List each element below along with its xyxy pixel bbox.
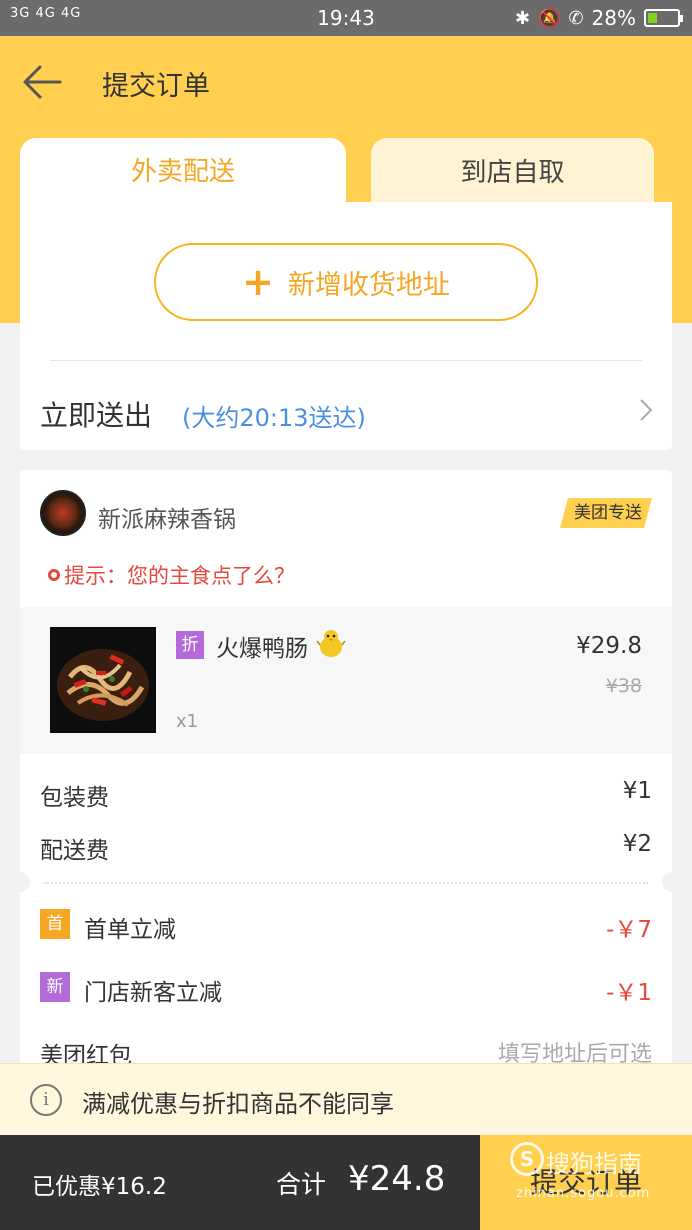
new-customer-label: 门店新客立减 xyxy=(84,980,222,1006)
order-card: 新派麻辣香锅 美团专送 提示：您的主食点了么？ 折 火爆鸭肠 x1 ¥29.8 … xyxy=(10,470,682,1070)
card-notch-left xyxy=(10,872,30,892)
add-address-label: 新增收货地址 xyxy=(287,269,450,301)
send-now-label[interactable]: 立即送出 xyxy=(40,394,152,434)
new-customer-value: -￥1 xyxy=(606,980,652,1006)
add-address-button[interactable]: + 新增收货地址 xyxy=(154,243,538,321)
saved-amount: 已优惠¥16.2 xyxy=(32,1174,167,1200)
order-item: 折 火爆鸭肠 x1 ¥29.8 ¥38 xyxy=(20,607,672,754)
page-title: 提交订单 xyxy=(102,71,210,102)
notice-text: 满减优惠与折扣商品不能同享 xyxy=(82,1090,394,1118)
item-price: ¥29.8 xyxy=(576,633,642,659)
battery-icon xyxy=(644,9,683,27)
address-card: + 新增收货地址 立即送出 (大约20:13送达) xyxy=(20,202,672,450)
status-bar: 3G 4G 4G 19:43 ✱ 🔕 ✆ 28% xyxy=(0,0,692,36)
back-arrow-icon[interactable] xyxy=(20,62,64,102)
total-amount: ¥24.8 xyxy=(348,1159,446,1199)
bottom-bar: 已优惠¥16.2 合计 ¥24.8 提交订单 xyxy=(0,1135,692,1230)
first-order-tag: 首 xyxy=(40,909,70,939)
tab-pickup[interactable]: 到店自取 xyxy=(371,138,654,202)
item-original-price: ¥38 xyxy=(605,675,642,697)
packaging-fee-label: 包装费 xyxy=(40,785,109,811)
discount-tag: 折 xyxy=(176,631,204,659)
chevron-right-icon[interactable] xyxy=(638,398,654,422)
first-order-value: -￥7 xyxy=(606,917,652,943)
notice-bar: i 满减优惠与折扣商品不能同享 xyxy=(0,1063,692,1135)
total-label: 合计 xyxy=(276,1170,327,1199)
mute-icon: 🔕 xyxy=(538,7,561,29)
chick-icon xyxy=(316,630,346,657)
card-notch-right xyxy=(662,872,682,892)
tip-dot-icon xyxy=(48,569,60,581)
divider xyxy=(50,360,642,361)
hd-call-icon: ✆ xyxy=(568,7,584,29)
info-icon: i xyxy=(30,1084,62,1116)
plus-icon: + xyxy=(242,260,274,304)
bluetooth-icon: ✱ xyxy=(514,7,531,29)
shop-avatar[interactable] xyxy=(40,490,86,536)
submit-order-button[interactable]: 提交订单 xyxy=(480,1135,692,1230)
delivery-fee-label: 配送费 xyxy=(40,838,109,864)
tab-delivery[interactable]: 外卖配送 xyxy=(20,138,346,206)
packaging-fee-value: ¥1 xyxy=(622,778,652,804)
new-customer-tag: 新 xyxy=(40,972,70,1002)
item-name: 火爆鸭肠 xyxy=(216,636,308,662)
shop-name[interactable]: 新派麻辣香锅 xyxy=(98,500,236,534)
tip-text: 提示：您的主食点了么？ xyxy=(64,564,295,588)
eta-text: (大约20:13送达) xyxy=(182,404,366,432)
battery-percent: 28% xyxy=(591,6,636,30)
delivery-badge: 美团专送 xyxy=(560,498,652,528)
staple-tip[interactable]: 提示：您的主食点了么？ xyxy=(48,560,295,590)
food-image xyxy=(50,627,156,733)
first-order-label: 首单立减 xyxy=(84,917,176,943)
status-icons: ✱ 🔕 ✆ 28% xyxy=(514,6,683,30)
item-quantity: x1 xyxy=(176,711,199,732)
dotted-divider xyxy=(44,882,648,884)
delivery-fee-value: ¥2 xyxy=(622,831,652,857)
